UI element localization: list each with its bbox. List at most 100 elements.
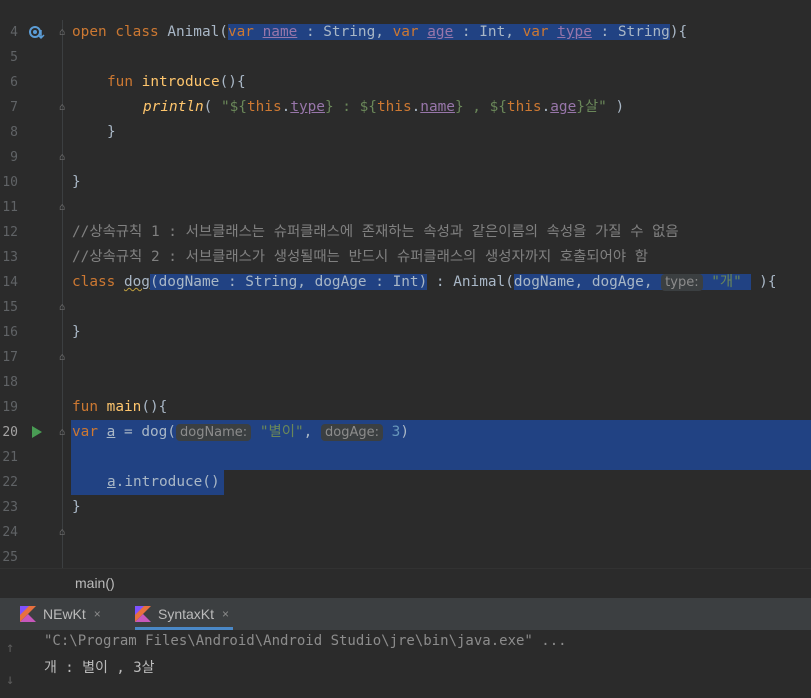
keyword: class xyxy=(115,24,168,40)
keyword: this xyxy=(376,99,412,115)
close-icon[interactable]: × xyxy=(94,607,101,621)
fold-marker-icon[interactable]: ⌂ xyxy=(57,28,67,38)
line-number: 6 xyxy=(10,75,18,90)
keyword: this xyxy=(506,99,542,115)
close-icon[interactable]: × xyxy=(222,607,229,621)
line-number: 10 xyxy=(2,175,18,190)
code-line-4[interactable]: open class Animal(var name : String, var… xyxy=(72,20,687,45)
constructor-params: (dogName : String, dogAge : Int) xyxy=(149,274,428,290)
keyword: var xyxy=(522,24,558,40)
function-call: println xyxy=(143,99,204,115)
comment-line-12[interactable]: //상속규칙 1 : 서브클래스는 슈퍼클래스에 존재하는 속성과 같은이름의 … xyxy=(72,220,679,245)
run-console[interactable]: ↑ ↓ "C:\Program Files\Android\Android St… xyxy=(0,630,811,698)
brace: ){ xyxy=(669,24,688,40)
code-line-8[interactable]: } xyxy=(107,120,116,145)
string: "개" xyxy=(711,274,742,290)
method-call: .introduce() xyxy=(115,474,220,490)
comment-line-13[interactable]: //상속규칙 2 : 서브클래스가 생성될때는 반드시 슈퍼클래스의 생성자까지… xyxy=(72,245,648,270)
line-number: 22 xyxy=(2,475,18,490)
class-name: dog xyxy=(123,274,150,290)
tab-label: NEwKt xyxy=(43,606,86,622)
paren: ) xyxy=(606,99,625,115)
fold-marker-icon[interactable]: ⌂ xyxy=(57,303,67,313)
paren: ( xyxy=(203,99,221,115)
line-number: 15 xyxy=(2,300,18,315)
property-ref: type xyxy=(290,99,325,115)
run-tool-window-tabs: NEwKt × SyntaxKt × xyxy=(0,598,811,630)
code-line-19[interactable]: fun main(){ xyxy=(72,395,167,420)
class-name: Animal( xyxy=(167,24,228,40)
code-line-16[interactable]: } xyxy=(72,320,81,345)
keyword: this xyxy=(246,99,282,115)
kotlin-icon xyxy=(20,606,36,622)
code-line-20[interactable]: var a = dog(dogName: "별이", dogAge: 3) xyxy=(72,420,409,445)
property-type: type xyxy=(557,24,592,40)
code-editor[interactable]: 4 5 6 7 8 9 10 11 12 13 14 15 16 17 18 1… xyxy=(0,20,811,572)
console-command: "C:\Program Files\Android\Android Studio… xyxy=(44,633,567,649)
line-number: 16 xyxy=(2,325,18,340)
comma: , xyxy=(303,424,321,440)
dot: . xyxy=(281,99,291,115)
parameter-hint: dogName: xyxy=(175,424,252,441)
line-number: 24 xyxy=(2,525,18,540)
fold-marker-icon[interactable]: ⌂ xyxy=(57,428,67,438)
line-number: 18 xyxy=(2,375,18,390)
string: "${ xyxy=(220,99,247,115)
line-number: 23 xyxy=(2,500,18,515)
line-number: 14 xyxy=(2,275,18,290)
string: } , ${ xyxy=(454,99,507,115)
fold-marker-icon[interactable]: ⌂ xyxy=(57,103,67,113)
run-tab-syntaxkt[interactable]: SyntaxKt × xyxy=(135,598,234,630)
property-ref: age xyxy=(550,99,577,115)
line-number: 25 xyxy=(2,550,18,565)
fold-marker-icon[interactable]: ⌂ xyxy=(57,153,67,163)
keyword: class xyxy=(72,274,124,290)
code-line-6[interactable]: fun introduce(){ xyxy=(107,70,246,95)
code-line-23[interactable]: } xyxy=(72,495,81,520)
brace: (){ xyxy=(219,74,246,90)
line-number: 7 xyxy=(10,100,18,115)
arrow-up-icon[interactable]: ↑ xyxy=(6,640,14,656)
overridden-marker-icon[interactable] xyxy=(28,25,46,41)
property-ref: name xyxy=(420,99,455,115)
kotlin-icon xyxy=(135,606,151,622)
parameter-hint: dogAge: xyxy=(321,424,383,441)
dot: . xyxy=(541,99,551,115)
line-number-current: 20 xyxy=(2,425,18,440)
keyword: var xyxy=(227,24,263,40)
run-gutter-icon[interactable] xyxy=(31,425,43,439)
code-line-7[interactable]: println( "${this.type} : ${this.name} , … xyxy=(143,95,624,120)
code-line-10[interactable]: } xyxy=(72,170,81,195)
keyword: fun xyxy=(107,74,142,90)
line-number: 9 xyxy=(10,150,18,165)
line-number: 21 xyxy=(2,450,18,465)
line-number: 4 xyxy=(10,25,18,40)
function-name: introduce xyxy=(141,74,220,90)
variable: a xyxy=(107,474,116,490)
type-annotation: : String xyxy=(591,24,670,40)
run-tab-newkt[interactable]: NEwKt × xyxy=(20,598,101,630)
console-output: 개 : 별이 , 3살 xyxy=(44,660,155,676)
dot: . xyxy=(411,99,421,115)
parameter-hint: type: xyxy=(661,274,703,291)
string: } : ${ xyxy=(324,99,377,115)
fold-marker-icon[interactable]: ⌂ xyxy=(57,203,67,213)
line-number: 5 xyxy=(10,50,18,65)
super-args: dogName, dogAge, xyxy=(513,274,662,290)
type-annotation: : Int, xyxy=(453,24,523,40)
string: }살" xyxy=(576,99,607,115)
line-number: 12 xyxy=(2,225,18,240)
fold-marker-icon[interactable]: ⌂ xyxy=(57,528,67,538)
arrow-down-icon[interactable]: ↓ xyxy=(6,672,14,688)
property-age: age xyxy=(427,24,454,40)
code-line-22[interactable]: a.introduce() xyxy=(107,470,220,495)
breadcrumb-item[interactable]: main() xyxy=(75,575,115,591)
keyword: var xyxy=(392,24,428,40)
breadcrumb[interactable]: main() xyxy=(0,568,811,599)
tab-label: SyntaxKt xyxy=(158,606,215,622)
line-number: 19 xyxy=(2,400,18,415)
line-number: 8 xyxy=(10,125,18,140)
code-line-14[interactable]: class dog(dogName : String, dogAge : Int… xyxy=(72,270,777,295)
paren: ) xyxy=(400,424,409,440)
fold-marker-icon[interactable]: ⌂ xyxy=(57,353,67,363)
